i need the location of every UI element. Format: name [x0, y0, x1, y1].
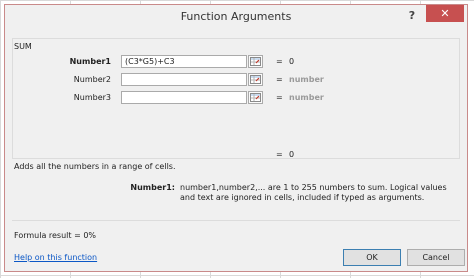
number3-label: Number3 — [73, 93, 111, 102]
number1-equals: = — [276, 57, 283, 66]
title-bar[interactable]: Function Arguments ? ✕ — [5, 5, 467, 30]
ok-button[interactable]: OK — [343, 249, 401, 266]
number1-label: Number1 — [69, 57, 111, 66]
total-result: 0 — [289, 150, 295, 159]
divider — [12, 220, 460, 221]
number2-label: Number2 — [73, 75, 111, 84]
range-select-icon — [250, 93, 261, 102]
function-description: Adds all the numbers in a range of cells… — [14, 162, 176, 171]
number1-input[interactable]: (C3*G5)+C3 — [121, 55, 247, 68]
argument-help-text: number1,number2,... are 1 to 255 numbers… — [180, 183, 447, 202]
close-button[interactable]: ✕ — [426, 5, 464, 22]
number1-result: 0 — [289, 57, 295, 66]
function-name: SUM — [14, 42, 32, 51]
formula-result-value: 0% — [83, 231, 97, 240]
number1-range-select-button[interactable] — [248, 55, 263, 68]
number3-input[interactable] — [121, 91, 247, 104]
formula-result-label: Formula result = — [14, 231, 81, 240]
dialog-title: Function Arguments — [180, 10, 292, 23]
function-arguments-dialog: Function Arguments ? ✕ SUM Number1 (C3*G… — [4, 4, 468, 272]
grid-line — [0, 275, 474, 276]
help-on-function-link[interactable]: Help on this function — [14, 253, 97, 262]
number3-range-select-button[interactable] — [248, 91, 263, 104]
number2-equals: = — [276, 75, 283, 84]
cancel-button[interactable]: Cancel — [407, 249, 465, 266]
total-equals: = — [276, 150, 283, 159]
argument-help-label: Number1: — [130, 183, 175, 192]
grid-line — [0, 0, 474, 1]
grid-line — [0, 0, 1, 278]
formula-result: Formula result = 0% — [14, 231, 96, 240]
number2-input[interactable] — [121, 73, 247, 86]
number2-range-select-button[interactable] — [248, 73, 263, 86]
range-select-icon — [250, 57, 261, 66]
number3-equals: = — [276, 93, 283, 102]
range-select-icon — [250, 75, 261, 84]
help-button[interactable]: ? — [401, 8, 423, 24]
number2-result: number — [289, 75, 324, 84]
number3-result: number — [289, 93, 324, 102]
